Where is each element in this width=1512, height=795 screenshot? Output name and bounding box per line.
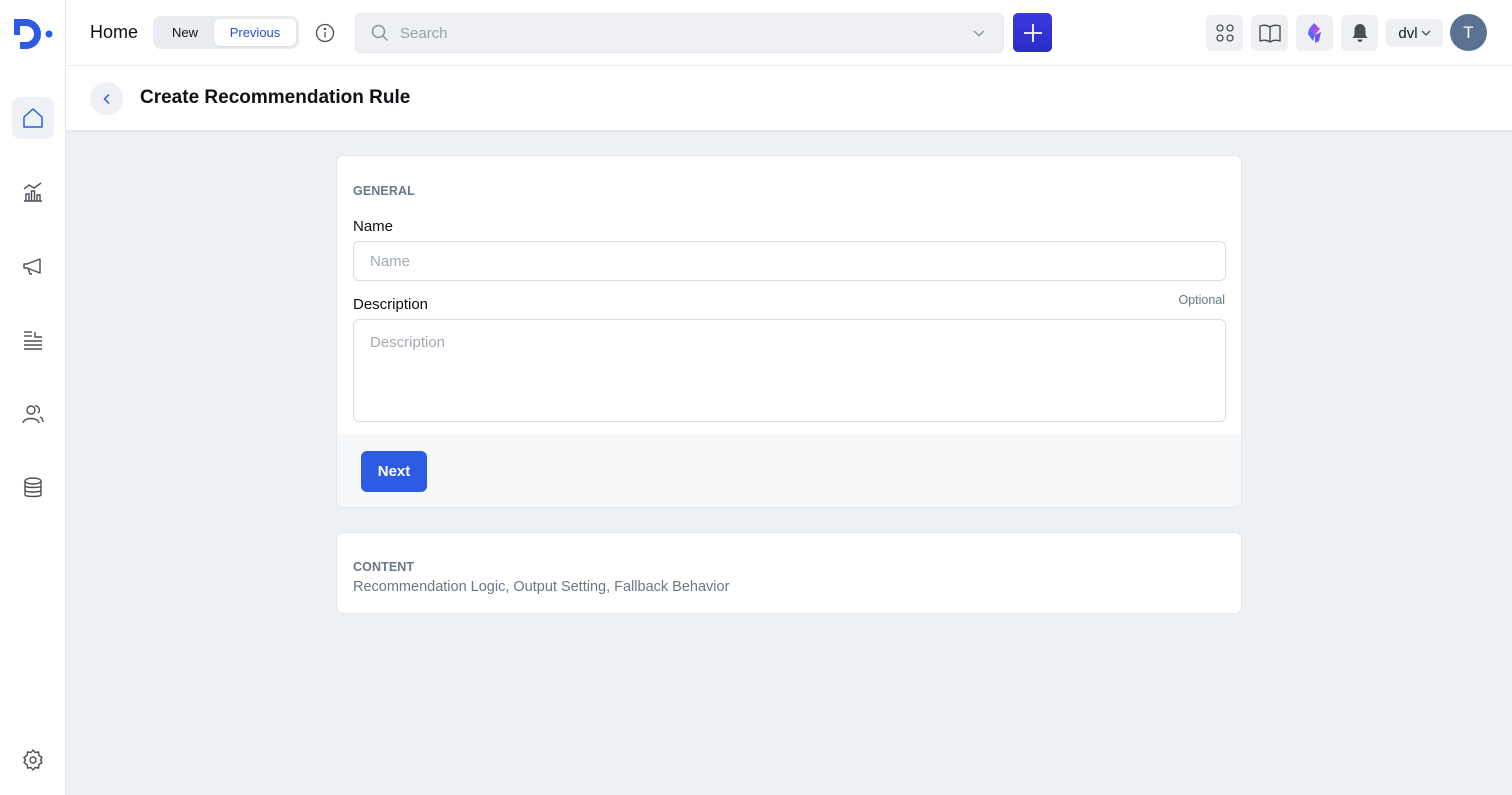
page-title: Create Recommendation Rule	[140, 87, 411, 108]
chevron-down-icon[interactable]	[973, 28, 985, 38]
avatar[interactable]: T	[1450, 14, 1487, 51]
name-input[interactable]	[353, 241, 1226, 281]
back-button[interactable]	[90, 82, 123, 115]
general-card-footer: Next	[337, 434, 1241, 507]
content-card[interactable]: CONTENT Recommendation Logic, Output Set…	[336, 532, 1242, 614]
content-section-label: CONTENT	[353, 560, 415, 574]
sidebar-item-campaigns[interactable]	[12, 245, 54, 287]
sidebar-item-data[interactable]	[12, 467, 54, 509]
megaphone-icon	[23, 258, 41, 275]
home-icon	[23, 108, 43, 128]
settings-icon	[23, 749, 43, 771]
search-box[interactable]	[355, 13, 1004, 53]
account-select-label: dvl	[1398, 24, 1418, 42]
previous-toggle-button[interactable]: Previous	[214, 19, 296, 46]
analytics-icon	[23, 182, 42, 202]
content-summary: Recommendation Logic, Output Setting, Fa…	[353, 579, 730, 595]
general-section-label: GENERAL	[353, 184, 415, 198]
description-input[interactable]	[353, 319, 1226, 422]
chevron-down-icon	[1421, 30, 1431, 36]
sidebar	[0, 0, 66, 795]
users-icon	[22, 405, 44, 424]
plus-icon	[1023, 23, 1042, 42]
gem-icon	[1307, 23, 1321, 43]
chevron-left-icon	[102, 93, 110, 104]
new-previous-toggle: New Previous	[153, 16, 299, 49]
optional-label: Optional	[1178, 293, 1225, 307]
name-label: Name	[353, 218, 394, 235]
search-input[interactable]	[400, 14, 960, 52]
create-button[interactable]	[1013, 13, 1052, 52]
info-button[interactable]	[313, 21, 337, 45]
next-button[interactable]: Next	[361, 451, 427, 492]
apps-button[interactable]	[1206, 15, 1243, 51]
sidebar-item-users[interactable]	[12, 393, 54, 435]
info-icon	[315, 23, 335, 43]
sidebar-item-settings[interactable]	[12, 739, 54, 781]
account-select[interactable]: dvl	[1386, 19, 1443, 47]
search-icon	[371, 24, 389, 42]
new-toggle-button[interactable]: New	[156, 19, 214, 46]
bell-icon	[1352, 24, 1367, 42]
home-title[interactable]: Home	[90, 22, 138, 43]
logo[interactable]	[12, 18, 56, 52]
general-card: GENERAL Name Description Optional Next	[336, 155, 1242, 508]
apps-grid-icon	[1215, 24, 1234, 42]
top-bar: Home New Previous dvl T	[66, 0, 1512, 66]
notifications-button[interactable]	[1341, 15, 1378, 51]
docs-button[interactable]	[1251, 15, 1288, 51]
description-label: Description	[353, 296, 429, 313]
database-icon	[24, 477, 42, 498]
list-icon	[24, 331, 42, 350]
sidebar-item-home[interactable]	[12, 97, 54, 139]
page-header: Create Recommendation Rule	[66, 66, 1512, 131]
sidebar-item-analytics[interactable]	[12, 171, 54, 213]
ai-assistant-button[interactable]	[1296, 15, 1333, 51]
sidebar-item-content[interactable]	[12, 319, 54, 361]
book-icon	[1258, 24, 1281, 43]
